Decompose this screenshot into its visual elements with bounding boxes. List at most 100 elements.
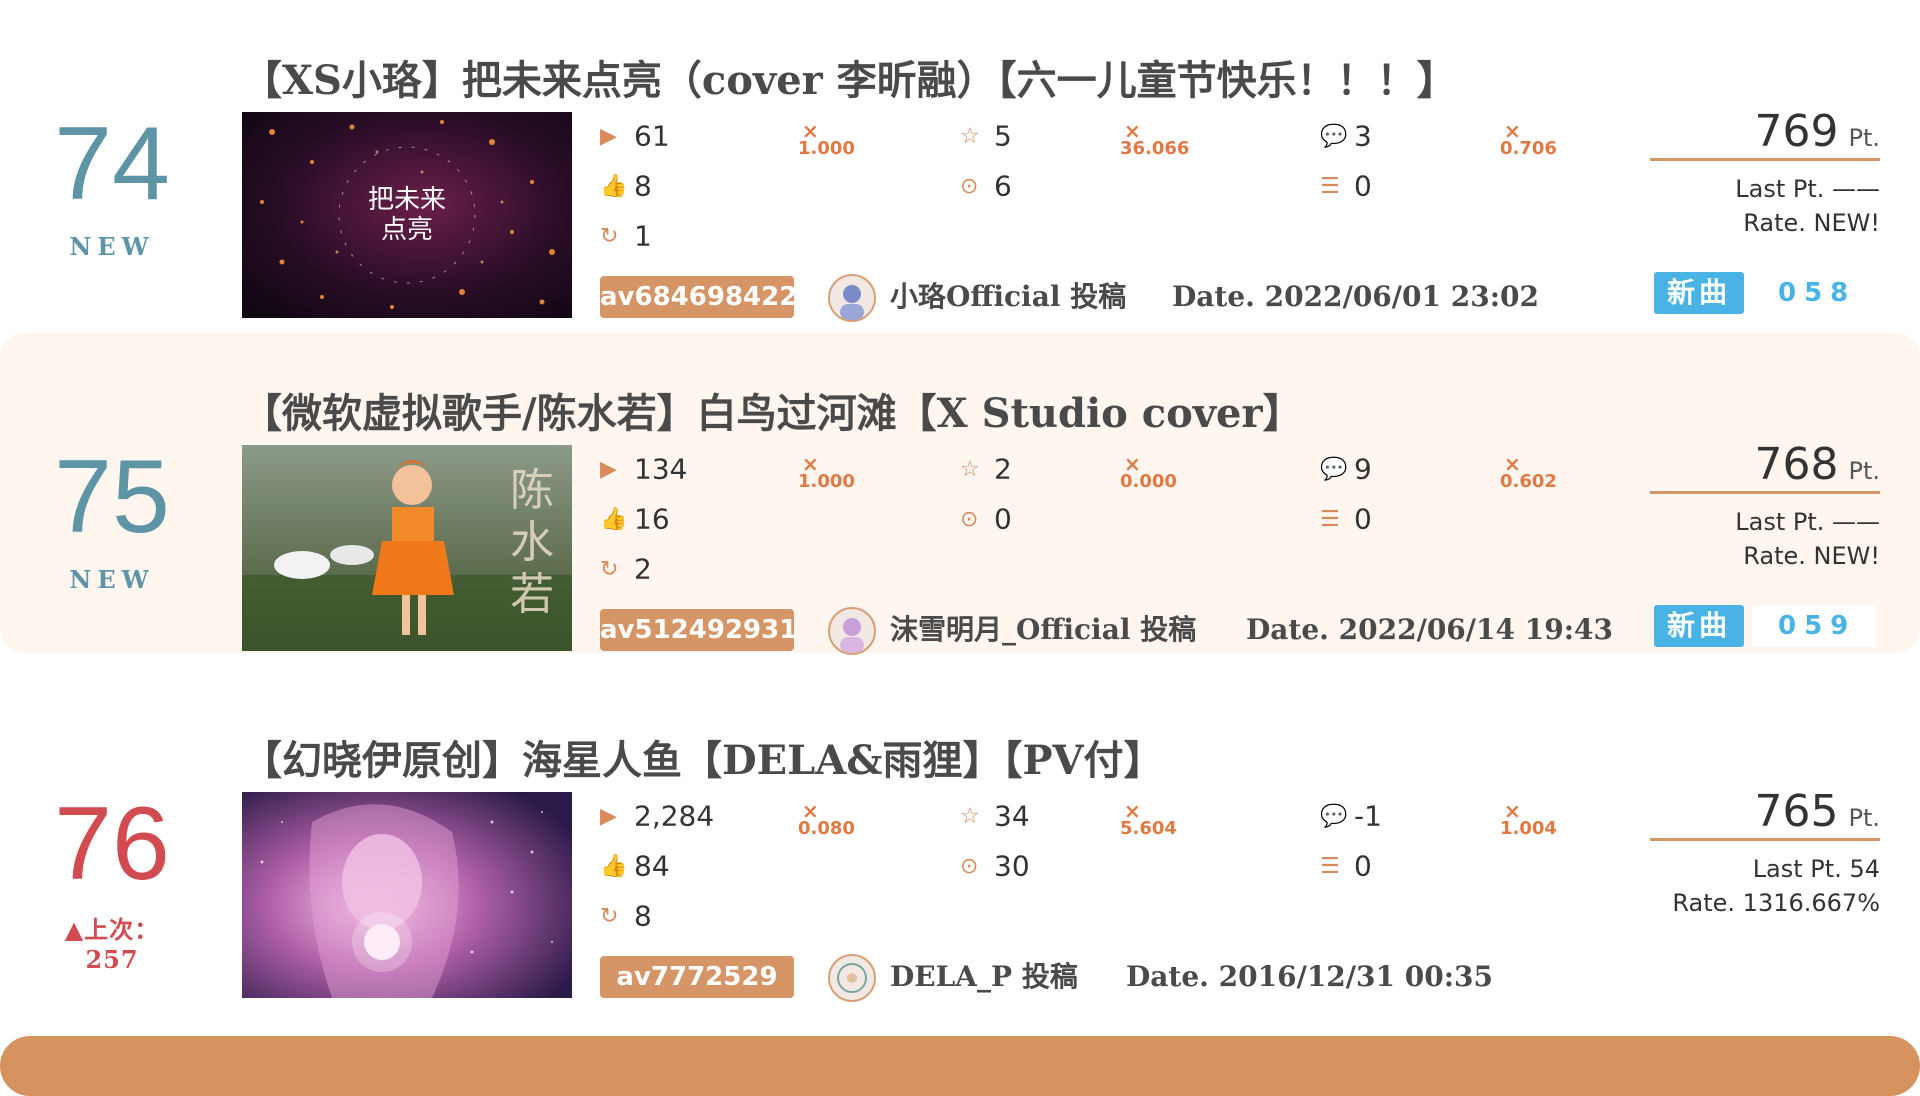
favorites-multiplier: × 0.000 [1120,452,1177,492]
video-thumbnail[interactable]: 陈 水 若 [242,445,572,651]
video-thumbnail[interactable]: 把未来 点亮 [242,112,572,318]
new-song-index: 059 [1752,605,1876,647]
share-icon: ↻ [600,556,619,582]
danmaku-icon: ☰ [1320,853,1340,879]
play-icon: ▶ [600,456,617,482]
avatar[interactable] [828,607,876,655]
ranking-entry-74: 74 NEW 【XS小珞】把未来点亮（cover 李昕融）【六一儿童节快乐！！！… [0,0,1920,322]
likes-stat: 👍 84 [600,849,670,883]
views-multiplier: × 1.000 [798,119,855,159]
likes-stat: 👍 8 [600,169,652,203]
comment-icon: 💬 [1320,803,1348,829]
danmaku-stat: ☰ 0 [1320,502,1372,536]
shares-stat: ↻ 8 [600,899,652,933]
share-icon: ↻ [600,223,619,249]
share-icon: ↻ [600,903,619,929]
favorites-stat: ☆ 2 [960,452,1012,486]
uploader-name[interactable]: DELA_P 投稿 [890,956,1078,998]
bottom-bar [0,1036,1920,1096]
comment-icon: 💬 [1320,456,1348,482]
danmaku-icon: ☰ [1320,173,1340,199]
comments-stat: 💬 -1 [1320,799,1382,833]
star-icon: ☆ [960,123,980,149]
star-icon: ☆ [960,456,980,482]
av-id-badge[interactable]: av7772529 [600,956,794,998]
svg-text:水: 水 [510,517,554,568]
comments-stat: 💬 9 [1320,452,1372,486]
rank-status: NEW [69,565,155,594]
upload-date: Date. 2022/06/14 19:43 [1246,613,1613,646]
svg-text:把未来: 把未来 [368,185,446,215]
points-divider [1650,838,1880,841]
coins-stat: ⊙ 6 [960,169,1012,203]
points-divider [1650,491,1880,494]
rank-number: 76 [54,786,170,902]
points: 769 Pt. [1754,106,1881,157]
avatar[interactable] [828,954,876,1002]
upload-date: Date. 2022/06/01 23:02 [1172,280,1539,313]
rank-status: ▲上次：257 [64,915,160,974]
views-stat: ▶ 61 [600,119,670,153]
last-points-rate: Last Pt. —— Rate. NEW! [1735,172,1880,240]
ranking-entry-75: 75 NEW 【微软虚拟歌手/陈水若】白鸟过河滩【X Studio cover】… [0,333,1920,655]
points: 765 Pt. [1754,786,1881,837]
like-icon: 👍 [600,506,628,532]
rate: Rate. NEW! [1743,209,1880,237]
favorites-multiplier: × 36.066 [1120,119,1190,159]
uploader-name[interactable]: 小珞Official 投稿 [890,276,1126,318]
views-stat: ▶ 134 [600,452,688,486]
av-id-badge[interactable]: av512492931 [600,609,797,651]
new-song-tag: 新曲 [1654,272,1744,314]
svg-text:陈: 陈 [510,465,554,516]
video-title[interactable]: 【微软虚拟歌手/陈水若】白鸟过河滩【X Studio cover】 [242,381,1303,439]
favorites-stat: ☆ 5 [960,119,1012,153]
ranking-entry-76: 76 ▲上次：257 【幻晓伊原创】海星人鱼【DELA&雨狸】【PV付】 ▶ 2… [0,680,1920,1002]
comment-icon: 💬 [1320,123,1348,149]
favorites-multiplier: × 5.604 [1120,799,1177,839]
last-points: Last Pt. —— [1735,508,1880,536]
last-points: Last Pt. —— [1735,175,1880,203]
uploader-name[interactable]: 沫雪明月_Official 投稿 [890,609,1196,651]
last-points: Last Pt. 54 [1752,855,1880,883]
svg-text:点亮: 点亮 [381,215,433,245]
star-icon: ☆ [960,803,980,829]
coin-icon: ⊙ [960,173,979,199]
danmaku-stat: ☰ 0 [1320,169,1372,203]
like-icon: 👍 [600,173,628,199]
play-icon: ▶ [600,803,617,829]
comments-multiplier: × 0.706 [1500,119,1557,159]
danmaku-icon: ☰ [1320,506,1340,532]
shares-stat: ↻ 2 [600,552,652,586]
rate: Rate. 1316.667% [1672,889,1880,917]
coin-icon: ⊙ [960,853,979,879]
video-thumbnail[interactable] [242,792,572,998]
danmaku-stat: ☰ 0 [1320,849,1372,883]
av-id-badge[interactable]: av684698422 [600,276,797,318]
coins-stat: ⊙ 30 [960,849,1030,883]
upload-date: Date. 2016/12/31 00:35 [1126,960,1493,993]
rank-number: 75 [54,439,170,555]
coins-stat: ⊙ 0 [960,502,1012,536]
svg-text:若: 若 [510,569,554,620]
comments-multiplier: × 1.004 [1500,799,1557,839]
shares-stat: ↻ 1 [600,219,652,253]
play-icon: ▶ [600,123,617,149]
new-song-tag: 新曲 [1654,605,1744,647]
new-song-index: 058 [1752,272,1876,314]
last-points-rate: Last Pt. 54 Rate. 1316.667% [1672,852,1880,920]
coin-icon: ⊙ [960,506,979,532]
avatar[interactable] [828,274,876,322]
video-title[interactable]: 【幻晓伊原创】海星人鱼【DELA&雨狸】【PV付】 [242,728,1164,786]
views-multiplier: × 1.000 [798,452,855,492]
points-divider [1650,158,1880,161]
last-points-rate: Last Pt. —— Rate. NEW! [1735,505,1880,573]
comments-multiplier: × 0.602 [1500,452,1557,492]
rate: Rate. NEW! [1743,542,1880,570]
views-stat: ▶ 2,284 [600,799,715,833]
views-multiplier: × 0.080 [798,799,855,839]
rank-status: NEW [69,232,155,261]
video-title[interactable]: 【XS小珞】把未来点亮（cover 李昕融）【六一儿童节快乐！！！】 [242,48,1457,106]
points: 768 Pt. [1754,439,1881,490]
rank-number: 74 [54,106,170,222]
comments-stat: 💬 3 [1320,119,1372,153]
